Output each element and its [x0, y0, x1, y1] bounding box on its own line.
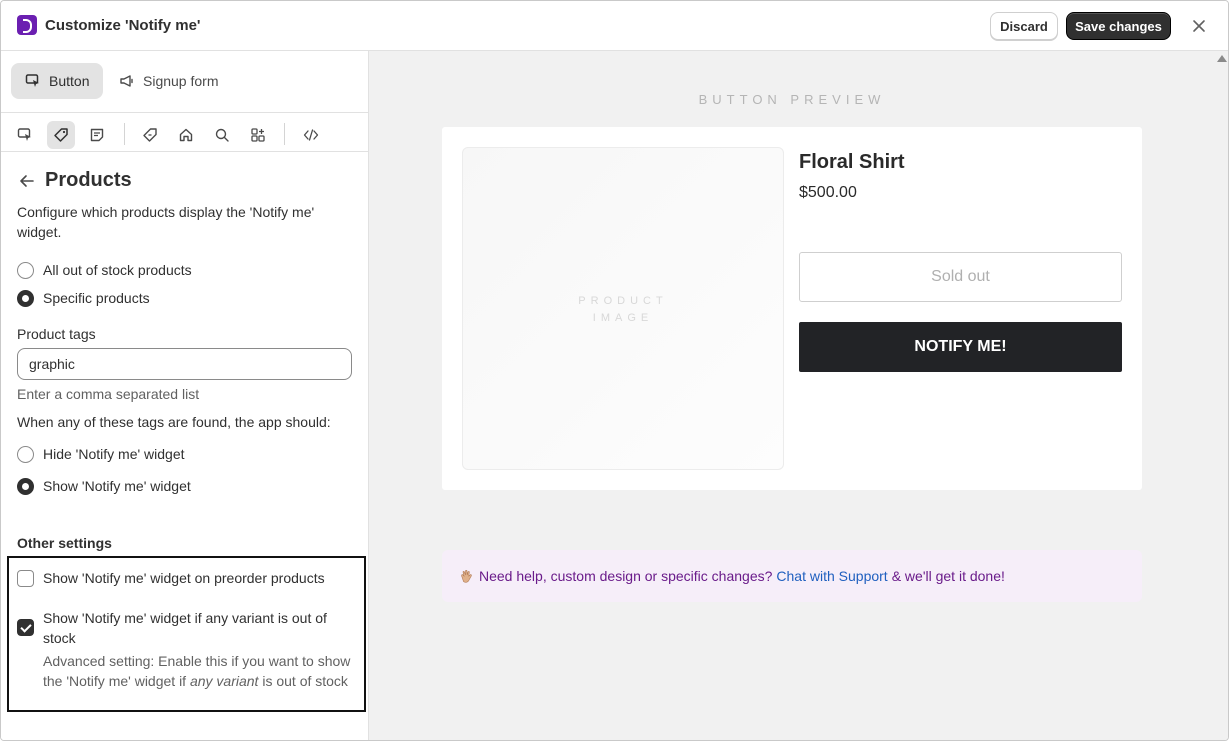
tab-signup-form-label: Signup form — [143, 73, 219, 89]
radio-circle[interactable] — [17, 445, 34, 463]
radio-all-out-of-stock[interactable]: All out of stock products — [17, 260, 192, 280]
tab-signup-form[interactable]: Signup form — [111, 63, 231, 99]
sold-out-button[interactable]: Sold out — [799, 252, 1122, 302]
close-icon[interactable] — [1189, 16, 1209, 36]
product-name: Floral Shirt — [799, 151, 905, 173]
home-icon[interactable] — [172, 121, 200, 149]
cursor-click-icon — [25, 74, 39, 87]
advanced-setting-help: Advanced setting: Enable this if you wan… — [43, 651, 358, 691]
products-description: Configure which products display the 'No… — [17, 204, 315, 240]
button-preview-area: BUTTON PREVIEW PRODUCT IMAGE Floral Shir… — [369, 51, 1228, 740]
checkbox-any-variant[interactable]: Show 'Notify me' widget if any variant i… — [17, 608, 337, 648]
radio-label: Hide 'Notify me' widget — [43, 446, 185, 462]
checkbox-label: Show 'Notify me' widget on preorder prod… — [43, 570, 325, 586]
radio-circle[interactable] — [17, 261, 34, 279]
discount-tag-icon[interactable] — [136, 121, 164, 149]
customize-window: Customize 'Notify me' Discard Save chang… — [0, 0, 1229, 741]
product-image-text: PRODUCT IMAGE — [463, 293, 783, 327]
radio-specific-products[interactable]: Specific products — [17, 288, 150, 308]
product-tags-label: Product tags — [17, 326, 96, 342]
product-tags-input[interactable] — [17, 348, 352, 380]
radio-label: Specific products — [43, 290, 150, 306]
scroll-up-arrow-icon[interactable] — [1217, 55, 1227, 62]
tab-button-label: Button — [49, 73, 90, 89]
divider — [1, 151, 368, 152]
waving-hand-icon — [461, 569, 472, 583]
checkbox[interactable] — [17, 570, 34, 587]
divider — [1, 112, 368, 113]
notify-me-button[interactable]: NOTIFY ME! — [799, 322, 1122, 372]
toolbar-divider — [124, 123, 125, 145]
radio-hide-widget[interactable]: Hide 'Notify me' widget — [17, 444, 185, 464]
help-text-end: & we'll get it done! — [891, 568, 1005, 584]
checkbox-label: Show 'Notify me' widget if any variant i… — [43, 610, 327, 646]
advanced-help-emphasis: any variant — [189, 673, 259, 689]
page-title: Products — [45, 169, 132, 191]
product-card: PRODUCT IMAGE Floral Shirt $500.00 Sold … — [442, 127, 1142, 490]
chat-support-link[interactable]: Chat with Support — [776, 568, 887, 584]
code-icon[interactable] — [297, 121, 325, 149]
radio-label: Show 'Notify me' widget — [43, 478, 191, 494]
cursor-click-icon[interactable] — [11, 121, 39, 149]
preview-label: BUTTON PREVIEW — [698, 92, 886, 107]
megaphone-icon — [120, 75, 133, 87]
radio-circle[interactable] — [17, 477, 34, 495]
radio-circle[interactable] — [17, 289, 34, 307]
help-banner: Need help, custom design or specific cha… — [442, 550, 1142, 602]
image-text-line: PRODUCT — [578, 295, 668, 307]
discard-button[interactable]: Discard — [990, 12, 1058, 40]
tab-button[interactable]: Button — [11, 63, 103, 99]
note-icon[interactable] — [83, 121, 111, 149]
app-logo-icon — [17, 15, 37, 35]
radio-show-widget[interactable]: Show 'Notify me' widget — [17, 476, 191, 496]
product-image-placeholder: PRODUCT IMAGE — [462, 147, 784, 470]
checkbox-checked[interactable] — [17, 619, 34, 636]
other-settings-title: Other settings — [17, 535, 112, 551]
save-changes-button[interactable]: Save changes — [1066, 12, 1171, 40]
apps-icon[interactable] — [244, 121, 272, 149]
toolbar-divider — [284, 123, 285, 145]
settings-panel: Button Signup form Products Configure wh… — [1, 51, 369, 740]
search-icon[interactable] — [208, 121, 236, 149]
product-price: $500.00 — [799, 184, 857, 201]
product-tags-help: Enter a comma separated list — [17, 386, 200, 402]
image-text-line: IMAGE — [592, 312, 654, 324]
title-bar: Customize 'Notify me' Discard Save chang… — [1, 1, 1228, 51]
back-arrow-icon[interactable] — [17, 171, 37, 191]
tag-icon[interactable] — [47, 121, 75, 149]
help-text: Need help, custom design or specific cha… — [479, 568, 773, 584]
checkbox-preorder[interactable]: Show 'Notify me' widget on preorder prod… — [17, 568, 325, 588]
window-title: Customize 'Notify me' — [45, 17, 201, 34]
radio-label: All out of stock products — [43, 262, 192, 278]
action-question: When any of these tags are found, the ap… — [17, 414, 331, 430]
advanced-help-text-end: is out of stock — [258, 673, 348, 689]
